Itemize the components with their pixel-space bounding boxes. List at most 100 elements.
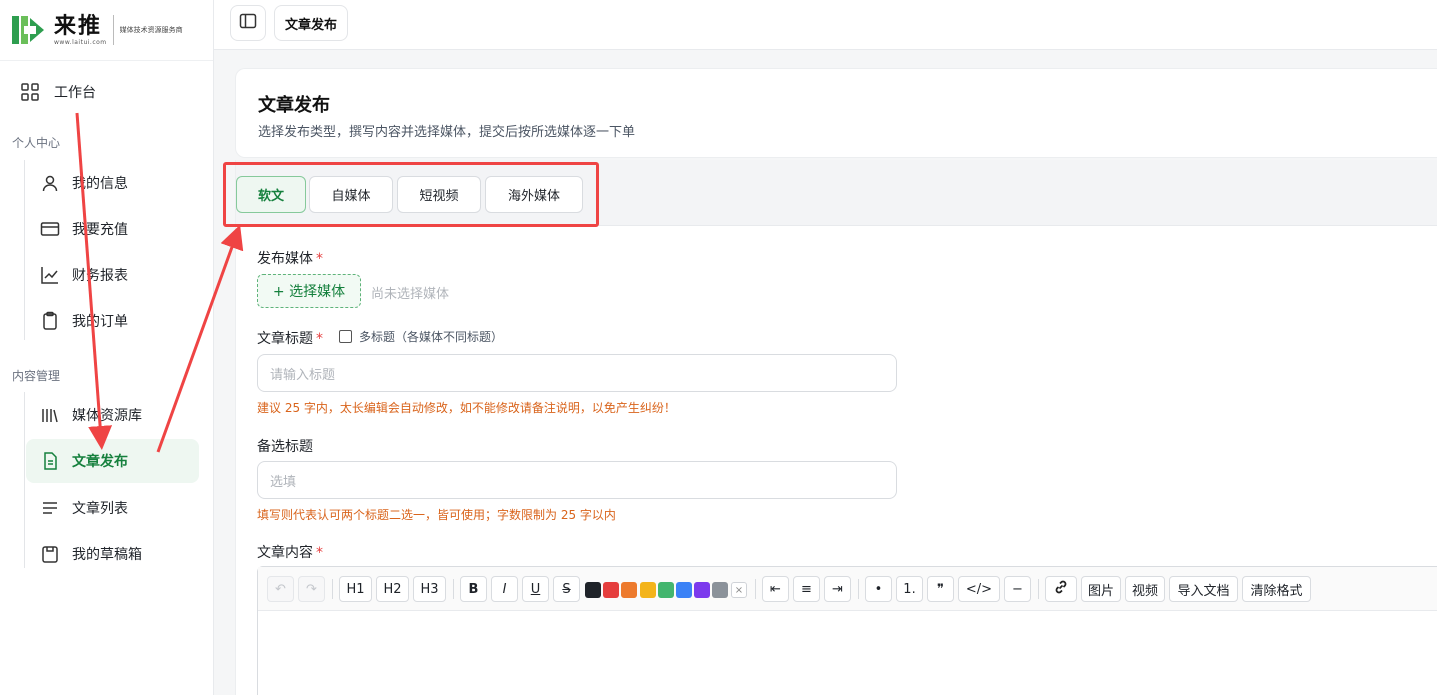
title-warning: 建议 25 字内，太长编辑会自动修改，如不能修改请备注说明，以免产生纠纷！ <box>257 401 676 415</box>
required-mark: * <box>316 331 323 347</box>
color-swatch[interactable] <box>585 582 601 598</box>
sidebar-item-label: 财务报表 <box>72 268 128 284</box>
chart-line-icon <box>40 265 60 285</box>
color-swatch[interactable] <box>676 582 692 598</box>
sidebar-item-label: 我要充值 <box>72 222 128 238</box>
logo-brand: 来推 <box>54 13 103 39</box>
tab-short-video[interactable]: 短视频 <box>397 176 481 213</box>
divider-button[interactable]: − <box>1004 576 1031 602</box>
toolbar-divider <box>755 579 756 599</box>
sidebar-item-finance-report[interactable]: 财务报表 <box>26 253 199 297</box>
breadcrumb-tab[interactable]: 文章发布 <box>274 5 349 41</box>
color-swatch[interactable] <box>603 582 620 598</box>
no-media-hint: 尚未选择媒体 <box>371 287 450 302</box>
align-left-button[interactable]: ⇤ <box>762 576 789 602</box>
required-mark: * <box>316 251 323 267</box>
redo-button[interactable]: ↷ <box>298 576 325 602</box>
sidebar-item-drafts[interactable]: 我的草稿箱 <box>26 532 199 576</box>
sidebar: 来推 www.laitui.com 媒体技术资源服务商 工作台 个人中心 我的信… <box>0 0 214 695</box>
select-media-button[interactable]: + 选择媒体 <box>257 274 361 308</box>
multi-title-checkbox[interactable]: 多标题（各媒体不同标题） <box>339 328 503 345</box>
ordered-list-button[interactable]: 1. <box>896 576 923 602</box>
rich-text-editor[interactable]: ↶ ↷ H1 H2 H3 B I U S × ⇤ ≡ ⇥ • 1. ❞ </> … <box>257 566 1437 695</box>
bullet-list-button[interactable]: • <box>865 576 892 602</box>
sidebar-item-label: 媒体资源库 <box>72 408 142 424</box>
checkbox-box[interactable] <box>339 330 352 343</box>
italic-button[interactable]: I <box>491 576 518 602</box>
list-icon <box>40 498 60 518</box>
media-label-text: 发布媒体 <box>257 251 313 267</box>
toolbar-divider <box>332 579 333 599</box>
page-header-card: 文章发布 选择发布类型，撰写内容并选择媒体，提交后按所选媒体逐一下单 <box>235 68 1437 158</box>
sidebar-item-media-library[interactable]: 媒体资源库 <box>26 393 199 437</box>
color-swatch[interactable] <box>621 582 638 598</box>
draft-box-icon <box>40 544 60 564</box>
toolbar-divider <box>858 579 859 599</box>
sidebar-item-label: 我的订单 <box>72 314 128 330</box>
h3-button[interactable]: H3 <box>413 576 446 602</box>
sidebar-panel-icon <box>239 12 257 34</box>
title-label-text: 文章标题 <box>257 331 313 347</box>
group-line <box>24 392 25 568</box>
toolbar-divider <box>1038 579 1039 599</box>
content-label-text: 文章内容 <box>257 545 313 561</box>
user-icon <box>40 173 60 193</box>
align-center-button[interactable]: ≡ <box>793 576 820 602</box>
group-line <box>24 160 25 340</box>
h1-button[interactable]: H1 <box>339 576 372 602</box>
credit-card-icon <box>40 219 60 239</box>
quote-button[interactable]: ❞ <box>927 576 954 602</box>
underline-button[interactable]: U <box>522 576 549 602</box>
sidebar-item-my-orders[interactable]: 我的订单 <box>26 299 199 343</box>
undo-button[interactable]: ↶ <box>267 576 294 602</box>
insert-video-button[interactable]: 视频 <box>1125 576 1165 602</box>
title-field-label: 文章标题 * <box>257 328 323 348</box>
editor-toolbar: ↶ ↷ H1 H2 H3 B I U S × ⇤ ≡ ⇥ • 1. ❞ </> … <box>258 567 1437 611</box>
section-content: 内容管理 <box>12 369 61 383</box>
section-personal: 个人中心 <box>12 136 61 150</box>
color-swatch[interactable] <box>712 582 729 598</box>
sidebar-item-article-list[interactable]: 文章列表 <box>26 486 199 530</box>
alt-title-warning: 填写则代表认可两个标题二选一，皆可使用；字数限制为 25 字以内 <box>257 508 616 522</box>
link-button[interactable] <box>1045 576 1077 602</box>
title-input[interactable]: 请输入标题 <box>257 354 897 392</box>
strikethrough-button[interactable]: S <box>553 576 580 602</box>
tab-self-media[interactable]: 自媒体 <box>309 176 393 213</box>
logo-divider <box>112 15 114 45</box>
color-swatch[interactable] <box>657 582 674 598</box>
sidebar-item-my-info[interactable]: 我的信息 <box>26 161 199 205</box>
sidebar-item-label: 我的信息 <box>72 176 128 192</box>
page-title: 文章发布 <box>258 95 330 116</box>
toolbar-divider <box>453 579 454 599</box>
sidebar-item-article-publish[interactable]: 文章发布 <box>26 439 199 483</box>
alt-title-field-label: 备选标题 <box>257 439 313 455</box>
color-swatch[interactable] <box>694 582 711 598</box>
alt-title-input[interactable]: 选填 <box>257 461 897 499</box>
sidebar-item-label: 我的草稿箱 <box>72 547 142 563</box>
h2-button[interactable]: H2 <box>376 576 409 602</box>
tab-overseas-media[interactable]: 海外媒体 <box>485 176 583 213</box>
tab-soft-article[interactable]: 软文 <box>236 176 306 213</box>
library-icon <box>40 405 60 425</box>
grid-icon <box>20 82 40 102</box>
logo-mark-icon <box>10 12 46 48</box>
color-swatch[interactable] <box>639 582 656 598</box>
clear-color-button[interactable]: × <box>731 582 747 598</box>
insert-image-button[interactable]: 图片 <box>1081 576 1121 602</box>
content-field-label: 文章内容 * <box>257 542 323 562</box>
sidebar-toggle-button[interactable] <box>230 5 266 41</box>
logo-tagline: 媒体技术资源服务商 <box>119 26 183 34</box>
topbar: 文章发布 <box>214 0 1437 50</box>
bold-button[interactable]: B <box>460 576 487 602</box>
import-document-button[interactable]: 导入文档 <box>1169 576 1238 602</box>
page-description: 选择发布类型，撰写内容并选择媒体，提交后按所选媒体逐一下单 <box>258 125 636 140</box>
align-right-button[interactable]: ⇥ <box>824 576 851 602</box>
sidebar-item-workbench[interactable]: 工作台 <box>20 80 96 104</box>
logo[interactable]: 来推 www.laitui.com 媒体技术资源服务商 <box>0 0 213 61</box>
logo-url: www.laitui.com <box>54 38 107 46</box>
code-button[interactable]: </> <box>958 576 1000 602</box>
sidebar-item-label: 工作台 <box>54 85 96 101</box>
document-icon <box>40 451 60 471</box>
sidebar-item-recharge[interactable]: 我要充值 <box>26 207 199 251</box>
clear-format-button[interactable]: 清除格式 <box>1242 576 1311 602</box>
